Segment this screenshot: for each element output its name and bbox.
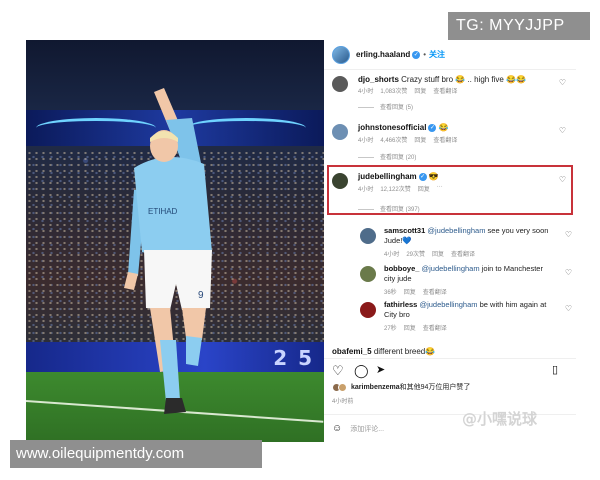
avatar[interactable] <box>332 76 348 92</box>
corner-watermark: @小嘿说球 <box>462 410 538 428</box>
bookmark-icon[interactable]: ▯ <box>552 364 558 377</box>
reply-text: samscott31 @judebellingham see you very … <box>384 226 549 245</box>
reply-username[interactable]: samscott31 <box>384 226 425 235</box>
post-username[interactable]: erling.haaland <box>356 50 410 59</box>
comments-panel: erling.haaland ✓ • 关注 djo_shorts Crazy s… <box>324 40 576 442</box>
likes-summary: karimbenzema 和其他94万位用户赞了 <box>332 382 572 392</box>
action-bar: ♡ ◯ ➤ ▯ <box>324 358 576 380</box>
post-time: 4小时前 <box>332 399 354 405</box>
reply-item: fathirless @judebellingham be with him a… <box>358 300 572 336</box>
add-comment-bar: ☺ 添加评论... <box>324 414 576 442</box>
reply-username[interactable]: fathirless <box>384 300 417 309</box>
comment-username[interactable]: johnstonesofficial <box>358 123 426 132</box>
highlight-box <box>327 165 573 215</box>
verified-badge-icon: ✓ <box>428 123 437 132</box>
share-icon[interactable]: ➤ <box>376 364 385 377</box>
verified-badge-icon: ✓ <box>412 50 421 59</box>
avatar[interactable] <box>360 266 376 282</box>
separator-dot: • <box>423 50 427 59</box>
reply-username[interactable]: bobboye_ <box>384 264 419 273</box>
comment-text: djo_shorts Crazy stuff bro 😂 .. high fiv… <box>358 75 527 84</box>
mention-link[interactable]: @judebellingham <box>422 264 480 273</box>
comment-text: obafemi_5 different breed😂 <box>332 347 436 356</box>
comment-text: johnstonesofficial ✓ 😂 <box>358 123 449 132</box>
post-header: erling.haaland ✓ • 关注 <box>324 40 576 70</box>
comment-item: johnstonesofficial ✓ 😂 4小时 4,466次赞 回复 查看翻… <box>324 122 576 166</box>
reply-meta: 27秒 回复 查看翻译 <box>384 326 447 332</box>
reply-text: bobboye_ @judebellingham join to Manches… <box>384 264 543 283</box>
shorts-number: 9 <box>198 290 204 301</box>
avatar <box>338 382 347 392</box>
emoji-icon[interactable]: ☺ <box>332 423 342 434</box>
comment-meta: 4小时 1,083次赞 回复 查看翻译 <box>358 89 458 95</box>
comment-item: obafemi_5 different breed😂 <box>324 346 576 356</box>
follow-button[interactable]: 关注 <box>429 49 445 60</box>
heart-icon[interactable]: ♡ <box>565 268 572 277</box>
screenshot: TG: MYYJJPP 2 5 ETIHAD 9 erling.haaland … <box>0 0 600 480</box>
mention-link[interactable]: @judebellingham <box>419 300 477 309</box>
heart-icon[interactable]: ♡ <box>565 304 572 313</box>
view-replies-link[interactable]: 查看回复 (5) <box>358 102 413 111</box>
jersey-sponsor: ETIHAD <box>148 207 178 216</box>
avatar[interactable] <box>332 45 350 64</box>
comment-username[interactable]: djo_shorts <box>358 75 399 84</box>
player-figure: ETIHAD 9 <box>124 88 212 414</box>
avatar[interactable] <box>332 124 348 140</box>
view-replies-link[interactable]: 查看回复 (20) <box>358 152 416 161</box>
reply-item: samscott31 @judebellingham see you very … <box>358 226 572 262</box>
avatar[interactable] <box>360 302 376 318</box>
avatar[interactable] <box>360 228 376 244</box>
mention-link[interactable]: @judebellingham <box>427 226 485 235</box>
heart-icon[interactable]: ♡ <box>565 230 572 239</box>
likes-username[interactable]: karimbenzema <box>351 384 400 391</box>
comment-meta: 4小时 4,466次赞 回复 查看翻译 <box>358 138 458 144</box>
reply-item: bobboye_ @judebellingham join to Manches… <box>358 264 572 300</box>
heart-icon[interactable]: ♡ <box>332 364 344 377</box>
likes-text[interactable]: 和其他94万位用户赞了 <box>400 382 471 392</box>
heart-icon[interactable]: ♡ <box>559 78 566 87</box>
comment-icon[interactable]: ◯ <box>354 364 369 377</box>
reply-meta: 4小时 29次赞 回复 查看翻译 <box>384 252 476 258</box>
site-watermark: www.oilequipmentdy.com <box>10 440 262 468</box>
comment-input[interactable]: 添加评论... <box>350 424 384 434</box>
post-photo[interactable]: 2 5 ETIHAD 9 <box>26 40 324 442</box>
heart-icon[interactable]: ♡ <box>559 126 566 135</box>
reply-text: fathirless @judebellingham be with him a… <box>384 300 547 319</box>
comment-item: djo_shorts Crazy stuff bro 😂 .. high fiv… <box>324 74 576 116</box>
reply-meta: 36秒 回复 查看翻译 <box>384 290 447 296</box>
tg-watermark: TG: MYYJJPP <box>448 12 590 40</box>
comment-username[interactable]: obafemi_5 <box>332 347 372 356</box>
